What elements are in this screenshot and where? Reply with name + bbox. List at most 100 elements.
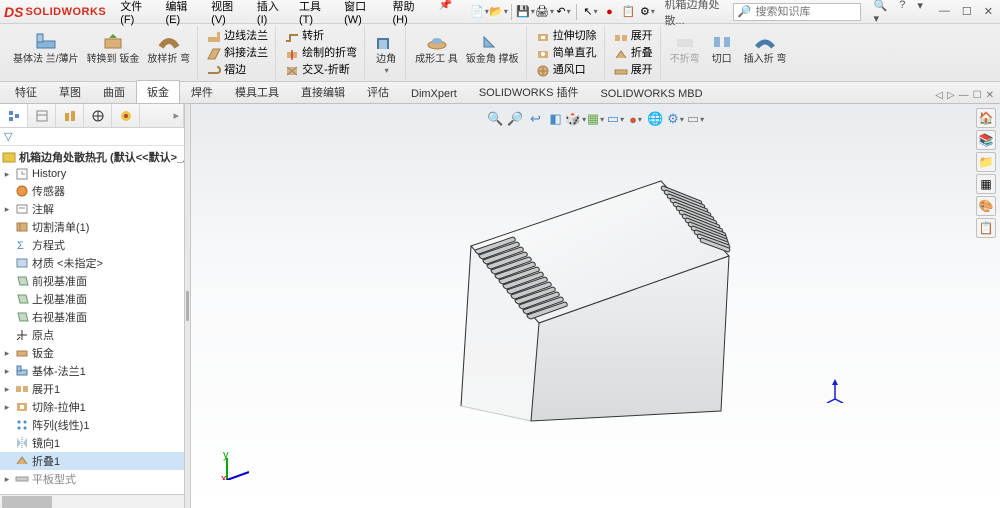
previous-view-icon[interactable]: ↩ [527, 110, 545, 128]
fold-button[interactable]: 折叠 [611, 45, 656, 62]
tree-item[interactable]: 材质 <未指定> [0, 254, 184, 272]
panel-expand-icon[interactable]: ▸ [140, 104, 184, 127]
tab-surface[interactable]: 曲面 [92, 80, 136, 103]
graphics-viewport[interactable]: 🔍 🔎 ↩ ◧ 🎲▾ ▦▾ ▭▾ ●▾ 🌐 ⚙▾ ▭▾ 🏠 📚 📁 ▦ 🎨 📋 [191, 104, 1000, 508]
tree-item[interactable]: ▸钣金 [0, 344, 184, 362]
config-manager-tab-icon[interactable] [56, 104, 84, 127]
appearances-tab-icon[interactable]: 🎨 [976, 196, 996, 216]
tab-sketch[interactable]: 草图 [48, 80, 92, 103]
jog-button[interactable]: 转折 [282, 28, 360, 45]
miter-flange-button[interactable]: 斜接法兰 [204, 45, 271, 62]
sketched-bend-button[interactable]: 绘制的折弯 [282, 45, 360, 62]
property-manager-tab-icon[interactable] [28, 104, 56, 127]
scrollbar-thumb[interactable] [2, 496, 52, 508]
feature-tree-tab-icon[interactable] [0, 104, 28, 127]
tree-item[interactable]: ▸基体-法兰1 [0, 362, 184, 380]
menu-file[interactable]: 文件(F) [114, 0, 157, 28]
lofted-bend-button[interactable]: 放样折 弯 [144, 28, 193, 66]
zoom-fit-icon[interactable]: 🔍 [487, 110, 505, 128]
open-icon[interactable]: 📂▾ [489, 3, 507, 21]
tree-item[interactable]: 阵列(线性)1 [0, 416, 184, 434]
tab-features[interactable]: 特征 [4, 80, 48, 103]
help-dropdown-icon[interactable]: ▾ [914, 0, 926, 25]
tree-item[interactable]: 镜向1 [0, 434, 184, 452]
filter-icon[interactable]: ▽ [4, 131, 12, 143]
edge-flange-button[interactable]: 边线法兰 [204, 28, 271, 45]
feature-tree[interactable]: 机箱边角处散热孔 (默认<<默认>_显示状 ▸History传感器▸注解切割清单… [0, 146, 184, 494]
file-explorer-tab-icon[interactable]: 📁 [976, 152, 996, 172]
search-box[interactable]: 🔎 [733, 3, 861, 21]
search-dropdown-icon[interactable]: 🔍▾ [871, 0, 891, 25]
unfold-button[interactable]: 展开 [611, 28, 656, 45]
edit-appearance-icon[interactable]: ●▾ [627, 110, 645, 128]
forming-tool-button[interactable]: 成形工 具 [412, 28, 461, 66]
flatten-button[interactable]: 展开 [611, 62, 656, 79]
apply-scene-icon[interactable]: 🌐 [647, 110, 665, 128]
tree-item[interactable]: ▸切除-拉伸1 [0, 398, 184, 416]
design-library-tab-icon[interactable]: 📚 [976, 130, 996, 150]
maximize-button[interactable]: ☐ [959, 5, 975, 18]
tab-directedit[interactable]: 直接编辑 [290, 80, 356, 103]
tree-root[interactable]: 机箱边角处散热孔 (默认<<默认>_显示状 [0, 148, 184, 166]
expand-icon[interactable]: ▸ [2, 366, 12, 377]
options-doc-icon[interactable]: 📋 [619, 3, 637, 21]
corner-button[interactable]: 边角▾ [371, 28, 401, 76]
rebuild-icon[interactable]: ● [600, 3, 618, 21]
tree-item[interactable]: ▸History [0, 166, 184, 182]
undo-icon[interactable]: ↶▾ [554, 3, 572, 21]
print-icon[interactable]: 🖨▾ [535, 3, 553, 21]
expand-icon[interactable]: ▸ [2, 169, 12, 180]
help-icon[interactable]: ? [896, 0, 908, 25]
expand-icon[interactable]: ▸ [2, 474, 12, 485]
resources-tab-icon[interactable]: 🏠 [976, 108, 996, 128]
render-tools-icon[interactable]: ▭▾ [687, 110, 705, 128]
tree-item[interactable]: 切割清单(1) [0, 218, 184, 236]
hide-show-icon[interactable]: ▭▾ [607, 110, 625, 128]
doc-close-icon[interactable]: ✕ [986, 90, 994, 101]
tab-evaluate[interactable]: 评估 [356, 80, 400, 103]
tree-item[interactable]: 传感器 [0, 182, 184, 200]
convert-sheetmetal-button[interactable]: 转换到 钣金 [84, 28, 143, 66]
menu-insert[interactable]: 插入(I) [251, 0, 291, 28]
doc-next-icon[interactable]: ▷ [947, 90, 955, 101]
rip-button[interactable]: 切口 [707, 28, 737, 66]
expand-icon[interactable]: ▸ [2, 384, 12, 395]
horizontal-scrollbar[interactable] [0, 494, 184, 508]
search-input[interactable] [756, 6, 856, 18]
vent-button[interactable]: 通风口 [533, 62, 600, 79]
display-manager-tab-icon[interactable] [112, 104, 140, 127]
menu-tools[interactable]: 工具(T) [293, 0, 336, 28]
doc-maximize-icon[interactable]: ☐ [973, 90, 982, 101]
doc-prev-icon[interactable]: ◁ [935, 90, 943, 101]
settings-icon[interactable]: ⚙▾ [638, 3, 656, 21]
tree-item[interactable]: 原点 [0, 326, 184, 344]
tab-addins[interactable]: SOLIDWORKS 插件 [468, 80, 590, 103]
simple-hole-button[interactable]: 简单直孔 [533, 45, 600, 62]
minimize-button[interactable]: — [936, 5, 953, 18]
tab-sheetmetal[interactable]: 钣金 [136, 80, 180, 103]
extruded-cut-button[interactable]: 拉伸切除 [533, 28, 600, 45]
doc-minimize-icon[interactable]: — [959, 90, 969, 101]
tree-item[interactable]: 折叠1 [0, 452, 184, 470]
cross-break-button[interactable]: 交叉-折断 [282, 62, 360, 79]
tree-item[interactable]: ▸注解 [0, 200, 184, 218]
tab-dimxpert[interactable]: DimXpert [400, 84, 468, 103]
insert-bends-button[interactable]: 插入折 弯 [741, 28, 790, 66]
new-doc-icon[interactable]: 📄▾ [470, 3, 488, 21]
view-palette-tab-icon[interactable]: ▦ [976, 174, 996, 194]
menu-help[interactable]: 帮助(H) [387, 0, 431, 28]
gusset-button[interactable]: 钣金角 撑板 [463, 28, 522, 66]
hem-button[interactable]: 褶边 [204, 62, 271, 79]
view-orientation-icon[interactable]: 🎲▾ [567, 110, 585, 128]
dimxpert-tab-icon[interactable] [84, 104, 112, 127]
tree-item[interactable]: 前视基准面 [0, 272, 184, 290]
tree-item[interactable]: 右视基准面 [0, 308, 184, 326]
tree-item[interactable]: Σ方程式 [0, 236, 184, 254]
menu-window[interactable]: 窗口(W) [338, 0, 384, 28]
tab-moldtools[interactable]: 模具工具 [224, 80, 290, 103]
select-icon[interactable]: ↖▾ [581, 3, 599, 21]
display-style-icon[interactable]: ▦▾ [587, 110, 605, 128]
base-flange-button[interactable]: 基体法 兰/薄片 [10, 28, 82, 66]
close-button[interactable]: ✕ [981, 5, 996, 18]
expand-icon[interactable]: ▸ [2, 204, 12, 215]
